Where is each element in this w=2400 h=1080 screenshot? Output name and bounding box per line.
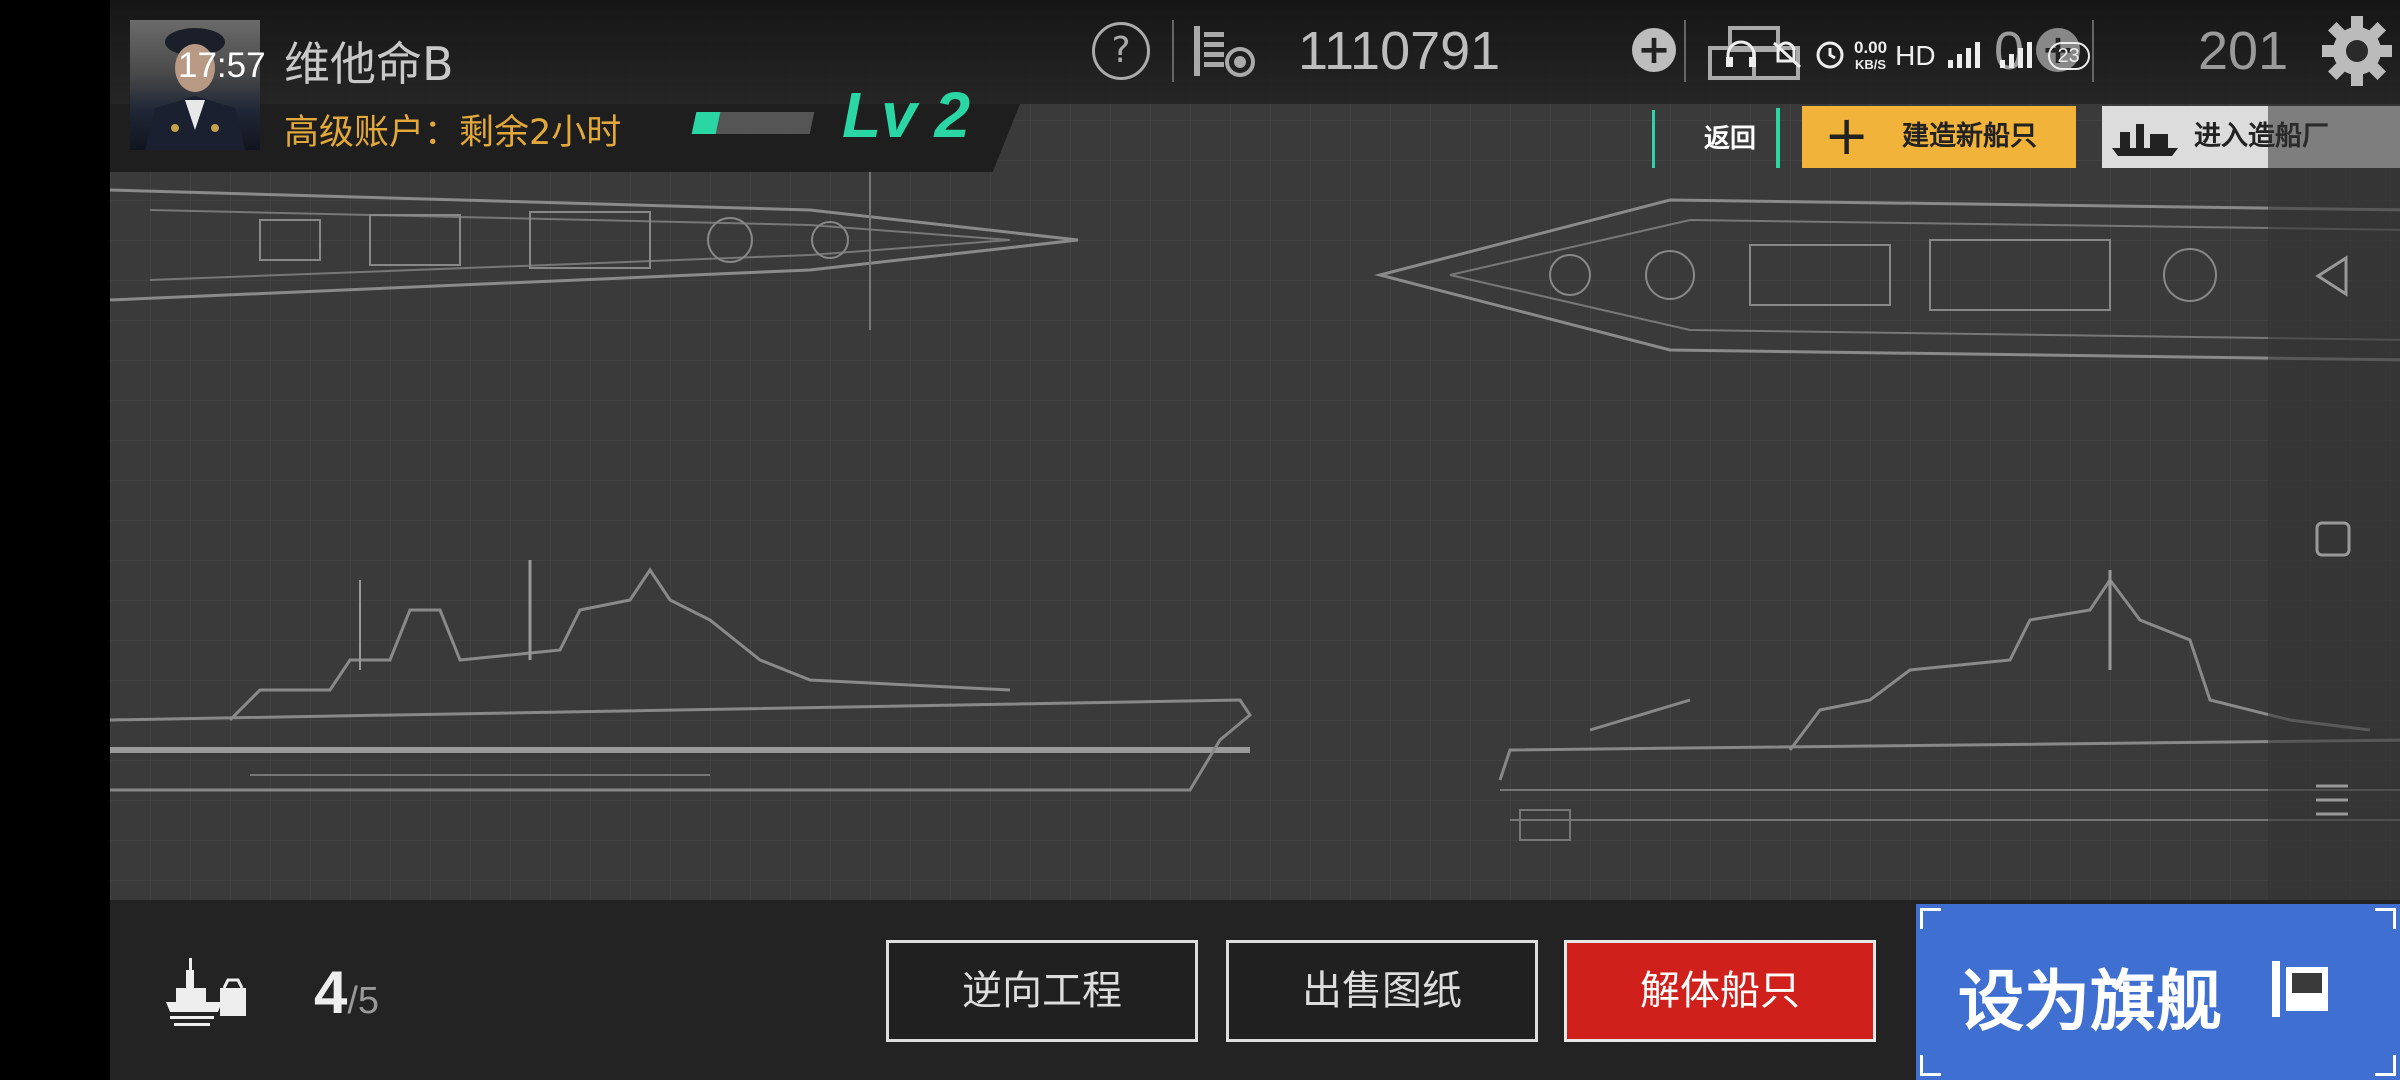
status-time: 17:57	[178, 46, 266, 85]
fleet-count-max: /5	[347, 980, 380, 1022]
headphones-icon	[1724, 39, 1758, 74]
divider	[1172, 20, 1174, 82]
premium-account-status: 高级账户：剩余2小时	[284, 113, 622, 153]
resource3-value: 201	[2198, 21, 2289, 81]
corner-marker	[1920, 1055, 1941, 1076]
scrap-ship-button[interactable]: 解体船只	[1564, 940, 1876, 1042]
xp-progress-bar	[691, 112, 815, 134]
shipyard-icon	[2110, 118, 2180, 165]
reverse-engineer-button[interactable]: 逆向工程	[886, 940, 1198, 1042]
divider	[2092, 20, 2094, 82]
resource-icon	[1190, 22, 1260, 86]
player-name: 维他命B	[284, 37, 454, 91]
network-speed-value: 0.00	[1854, 38, 1888, 57]
nav-home-icon[interactable]	[2314, 520, 2352, 562]
fleet-icon	[162, 956, 248, 1034]
plus-icon: +	[1824, 104, 1870, 167]
flag-icon	[2270, 958, 2330, 1035]
build-new-ship-label: 建造新船只	[1902, 121, 2037, 152]
divider	[1776, 108, 1780, 168]
set-flagship-button[interactable]: 设为旗舰	[1916, 904, 2400, 1080]
blueprint-top-view-right	[1370, 190, 2400, 370]
fleet-count-current: 4	[314, 959, 348, 1026]
nav-back-icon[interactable]	[2312, 254, 2352, 302]
set-flagship-label: 设为旗舰	[1958, 963, 2222, 1040]
help-icon[interactable]: ?	[1092, 22, 1150, 80]
credits-value: 1110791	[1298, 21, 1501, 81]
blueprint-side-view-right	[1490, 560, 2400, 860]
blueprint-side-view-left	[110, 540, 1270, 820]
corner-marker	[2375, 908, 2396, 929]
build-new-ship-button[interactable]: + 建造新船只	[1802, 106, 2076, 168]
system-status-icons: 0.00 KB/S HD 23	[1724, 36, 2090, 76]
corner-marker	[1920, 908, 1941, 929]
hd-label: HD	[1895, 40, 1936, 71]
gear-icon[interactable]	[2320, 14, 2394, 92]
network-speed: 0.00 KB/S	[1854, 39, 1887, 73]
back-button[interactable]: 返回	[1652, 110, 1805, 168]
signal-4g-icon-2	[1996, 38, 2040, 75]
nav-recents-icon[interactable]	[2312, 780, 2352, 824]
network-speed-unit: KB/S	[1855, 57, 1887, 72]
signal-4g-icon	[1944, 38, 1988, 75]
xp-progress-fill	[691, 112, 720, 134]
player-level: Lv 2	[842, 79, 971, 151]
battery-icon: 23	[2047, 42, 2090, 70]
game-screen: 17:57 维他命B 高级账户：剩余2小时 Lv 2 ? 1110791 + 0…	[110, 0, 2400, 1080]
add-credits-button[interactable]: +	[1632, 28, 1676, 72]
fleet-count: 4/5	[314, 958, 379, 1027]
alarm-icon	[1814, 38, 1846, 75]
sell-blueprint-button[interactable]: 出售图纸	[1226, 940, 1538, 1042]
blueprint-top-view-left	[110, 150, 1110, 350]
corner-marker	[2375, 1055, 2396, 1076]
divider	[1684, 20, 1686, 82]
mute-icon	[1766, 39, 1806, 74]
